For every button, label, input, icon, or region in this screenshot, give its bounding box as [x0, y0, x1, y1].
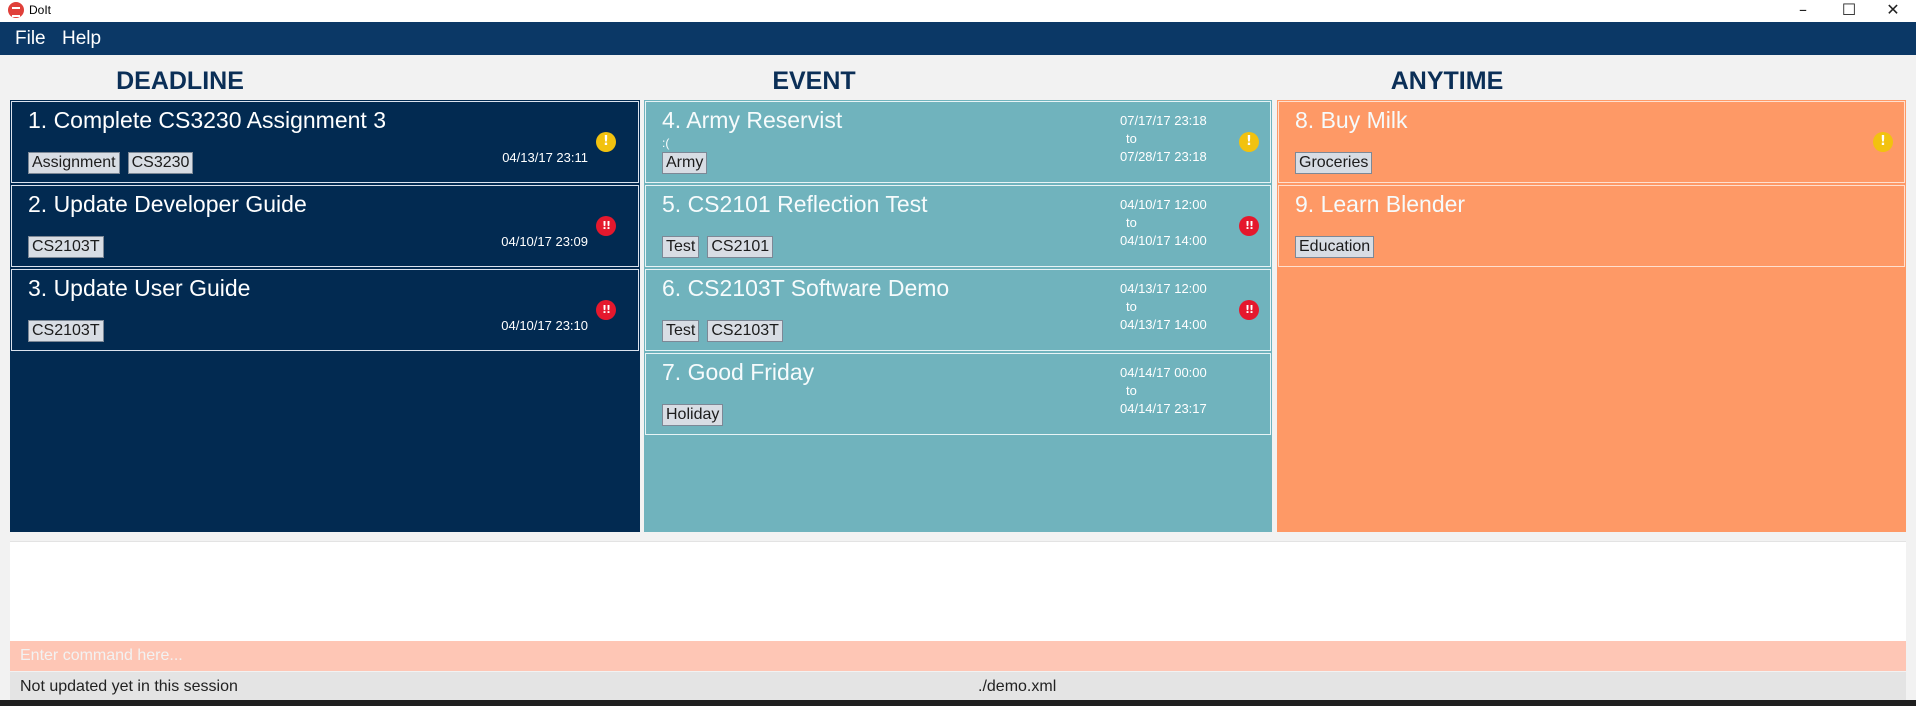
event-end: 04/10/17 14:00 — [1120, 233, 1207, 248]
task-title: 5. CS2101 Reflection Test — [662, 191, 928, 217]
tag-list: CS2103T — [28, 236, 104, 258]
minimize-icon[interactable]: – — [1780, 0, 1826, 22]
anytime-header: ANYTIME — [1390, 67, 1504, 95]
command-input[interactable] — [10, 641, 1906, 671]
task-card[interactable]: 9. Learn Blender Education — [1278, 185, 1905, 267]
tag: Groceries — [1295, 152, 1373, 174]
priority-high-icon: !! — [596, 300, 616, 320]
task-title: 8. Buy Milk — [1295, 107, 1408, 133]
anytime-panel: 8. Buy Milk Groceries ! 9. Learn Blender… — [1277, 100, 1906, 532]
task-card[interactable]: 6. CS2103T Software Demo Test CS2103T 04… — [645, 269, 1271, 351]
app-logo-icon — [8, 2, 24, 18]
task-title: 7. Good Friday — [662, 359, 815, 385]
priority-high-icon: !! — [1239, 216, 1259, 236]
event-start: 07/17/17 23:18 — [1120, 113, 1207, 128]
task-title: 3. Update User Guide — [28, 275, 251, 301]
tag-list: Groceries — [1295, 152, 1373, 174]
event-start: 04/14/17 00:00 — [1120, 365, 1207, 380]
tag: Education — [1295, 236, 1375, 258]
event-to: to — [1126, 215, 1137, 230]
event-end: 04/13/17 14:00 — [1120, 317, 1207, 332]
tag-list: Test CS2103T — [662, 320, 783, 342]
tag: Test — [662, 236, 700, 258]
tag-list: Test CS2101 — [662, 236, 774, 258]
priority-medium-icon: ! — [1873, 132, 1893, 152]
close-icon[interactable]: ✕ — [1870, 0, 1916, 22]
tag: CS2103T — [28, 320, 104, 342]
event-to: to — [1126, 383, 1137, 398]
tag-list: Army — [662, 152, 708, 174]
task-description: :( — [662, 136, 670, 150]
menu-bar: File Help — [0, 22, 1916, 55]
event-panel: 4. Army Reservist :( Army 07/17/17 23:18… — [644, 100, 1272, 532]
task-title: 6. CS2103T Software Demo — [662, 275, 950, 301]
event-start: 04/10/17 12:00 — [1120, 197, 1207, 212]
sync-status: Not updated yet in this session — [20, 678, 238, 695]
menu-help[interactable]: Help — [62, 28, 101, 50]
priority-high-icon: !! — [596, 216, 616, 236]
task-card[interactable]: 8. Buy Milk Groceries ! — [1278, 101, 1905, 183]
tag: Holiday — [662, 404, 724, 426]
task-card[interactable]: 5. CS2101 Reflection Test Test CS2101 04… — [645, 185, 1271, 267]
event-end: 04/14/17 23:17 — [1120, 401, 1207, 416]
task-card[interactable]: 4. Army Reservist :( Army 07/17/17 23:18… — [645, 101, 1271, 183]
task-title: 2. Update Developer Guide — [28, 191, 307, 217]
event-header: EVENT — [772, 67, 856, 95]
window-title: DoIt — [29, 3, 52, 17]
event-to: to — [1126, 131, 1137, 146]
tag-list: Education — [1295, 236, 1375, 258]
task-card[interactable]: 1. Complete CS3230 Assignment 3 Assignme… — [11, 101, 639, 183]
task-card[interactable]: 7. Good Friday Holiday 04/14/17 00:00 to… — [645, 353, 1271, 435]
event-dates: 04/13/17 12:00 to 04/13/17 14:00 — [1120, 280, 1230, 334]
deadline-header: DEADLINE — [116, 67, 244, 95]
priority-medium-icon: ! — [1239, 132, 1259, 152]
event-dates: 07/17/17 23:18 to 07/28/17 23:18 — [1120, 112, 1230, 166]
deadline-date: 04/10/17 23:09 — [501, 234, 588, 249]
event-dates: 04/14/17 00:00 to 04/14/17 23:17 — [1120, 364, 1230, 418]
tag: CS2103T — [28, 236, 104, 258]
priority-high-icon: !! — [1239, 300, 1259, 320]
priority-medium-icon: ! — [596, 132, 616, 152]
title-bar: DoIt – ☐ ✕ — [0, 0, 1916, 22]
task-card[interactable]: 3. Update User Guide CS2103T 04/10/17 23… — [11, 269, 639, 351]
task-title: 1. Complete CS3230 Assignment 3 — [28, 107, 386, 133]
tag: CS2101 — [707, 236, 774, 258]
event-to: to — [1126, 299, 1137, 314]
tag: Assignment — [28, 152, 120, 174]
save-location: ./demo.xml — [978, 678, 1057, 695]
event-start: 04/13/17 12:00 — [1120, 281, 1207, 296]
deadline-panel: 1. Complete CS3230 Assignment 3 Assignme… — [10, 100, 640, 532]
tag: CS3230 — [127, 152, 194, 174]
deadline-date: 04/10/17 23:10 — [501, 318, 588, 333]
menu-file[interactable]: File — [15, 28, 46, 50]
tag-list: CS2103T — [28, 320, 104, 342]
deadline-date: 04/13/17 23:11 — [502, 150, 588, 165]
status-bar: Not updated yet in this session ./demo.x… — [10, 672, 1906, 700]
event-dates: 04/10/17 12:00 to 04/10/17 14:00 — [1120, 196, 1230, 250]
result-display — [10, 541, 1906, 641]
tag-list: Holiday — [662, 404, 724, 426]
tag: CS2103T — [707, 320, 783, 342]
window-bottom-edge — [0, 700, 1916, 706]
task-title: 9. Learn Blender — [1295, 191, 1466, 217]
task-card[interactable]: 2. Update Developer Guide CS2103T 04/10/… — [11, 185, 639, 267]
task-title: 4. Army Reservist — [662, 107, 843, 133]
event-end: 07/28/17 23:18 — [1120, 149, 1207, 164]
tag: Army — [662, 152, 708, 174]
maximize-icon[interactable]: ☐ — [1826, 0, 1872, 22]
tag: Test — [662, 320, 700, 342]
tag-list: Assignment CS3230 — [28, 152, 194, 174]
